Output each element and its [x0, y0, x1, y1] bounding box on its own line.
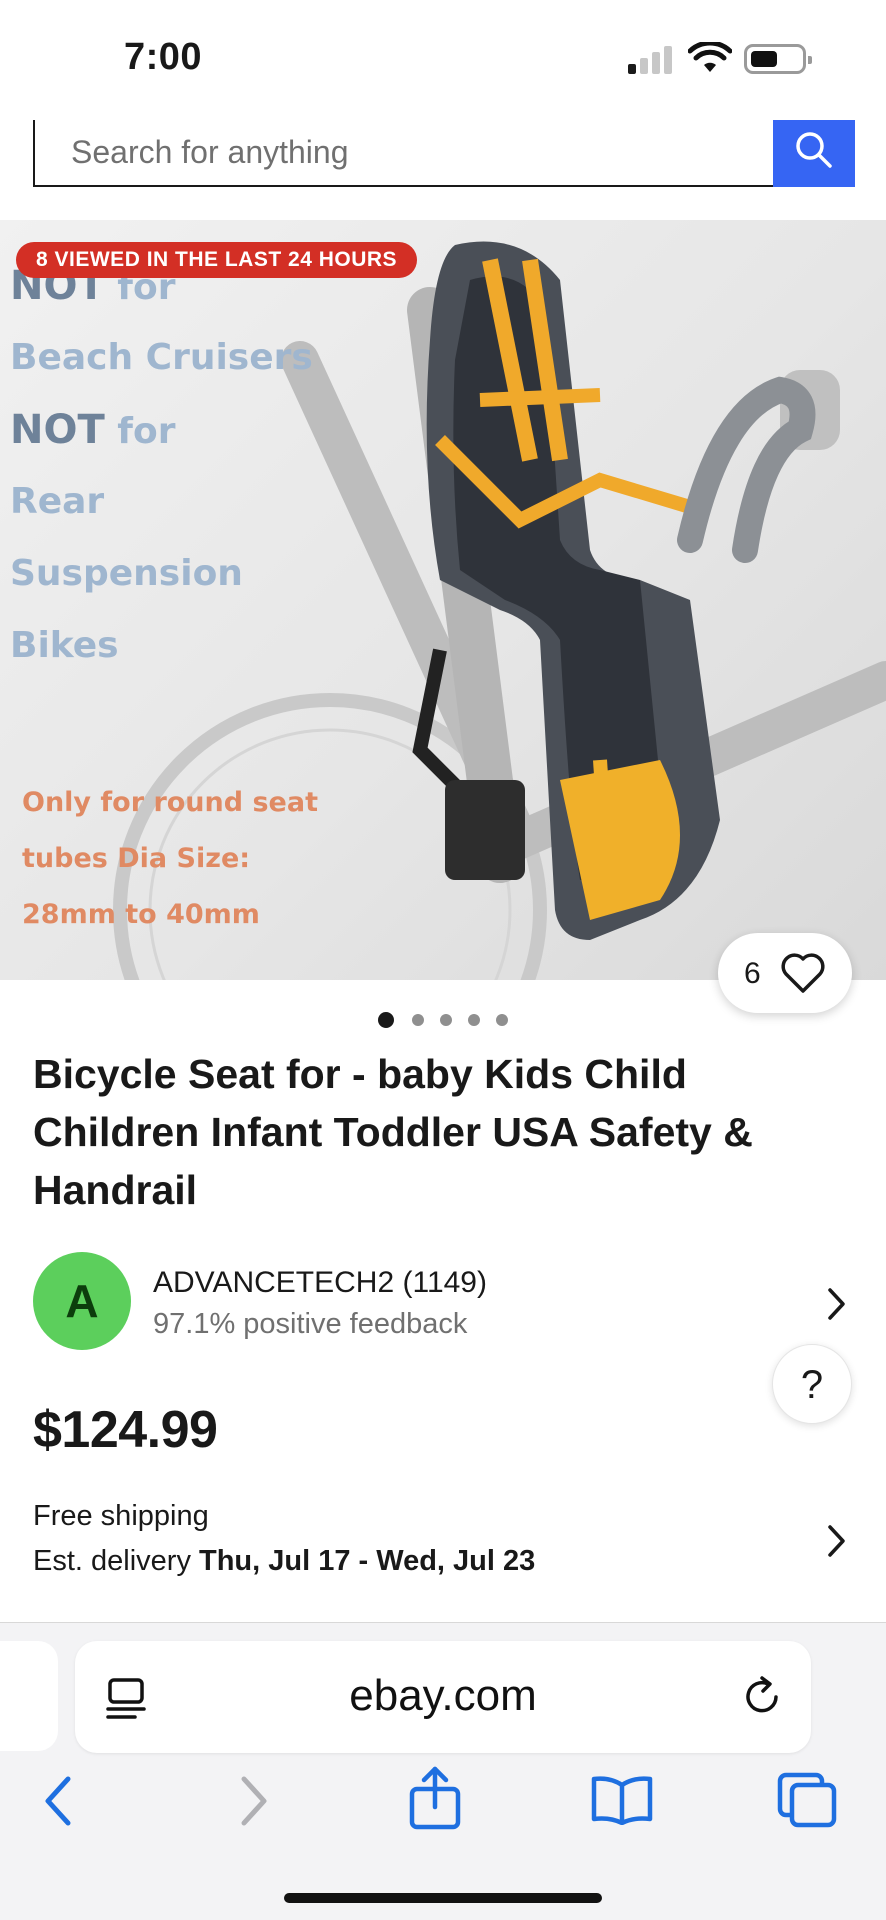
- battery-icon: [744, 44, 812, 74]
- pagination-dot[interactable]: [496, 1014, 508, 1026]
- status-bar: 7:00: [0, 0, 886, 110]
- note-line: 28mm to 40mm: [22, 899, 260, 930]
- back-icon[interactable]: [40, 1773, 80, 1829]
- share-icon[interactable]: [408, 1765, 462, 1831]
- watch-count: 6: [744, 957, 761, 990]
- seller-row[interactable]: A ADVANCETECH2 (1149) 97.1% positive fee…: [33, 1252, 853, 1352]
- image-pagination: [378, 1010, 518, 1030]
- delivery-dates: Thu, Jul 17 - Wed, Jul 23: [199, 1545, 536, 1577]
- search-icon: [796, 132, 832, 168]
- reload-icon[interactable]: [740, 1675, 784, 1719]
- search-input[interactable]: [71, 126, 751, 178]
- cellular-signal-icon: [628, 46, 674, 74]
- chevron-right-icon: [828, 1525, 845, 1557]
- tabs-icon[interactable]: [776, 1771, 838, 1829]
- overlay-line: Suspension: [10, 553, 243, 594]
- pagination-dot[interactable]: [468, 1014, 480, 1026]
- previous-tab-preview[interactable]: [0, 1641, 58, 1751]
- forward-icon[interactable]: [232, 1773, 272, 1829]
- wifi-icon: [688, 42, 732, 72]
- shipping-cost: Free shipping: [33, 1500, 209, 1532]
- overlay-line: Bikes: [10, 625, 119, 666]
- chevron-right-icon: [828, 1288, 845, 1320]
- pagination-dot-active[interactable]: [378, 1012, 394, 1028]
- search-button[interactable]: [773, 120, 855, 187]
- viewed-badge: 8 VIEWED IN THE LAST 24 HOURS: [16, 242, 418, 278]
- url-text: ebay.com: [349, 1671, 537, 1720]
- watchlist-button[interactable]: 6: [718, 933, 852, 1013]
- overlay-line: Beach Cruisers: [10, 337, 313, 378]
- note-line: Only for round seat: [22, 787, 318, 818]
- overlay-line: Rear: [10, 481, 105, 522]
- help-button[interactable]: ?: [772, 1344, 852, 1424]
- seller-avatar: A: [33, 1252, 131, 1350]
- seller-name: ADVANCETECH2 (1149): [153, 1266, 487, 1299]
- home-indicator[interactable]: [284, 1893, 602, 1903]
- image-overlay-text: NOT for Beach Cruisers NOT for Rear Susp…: [10, 250, 313, 682]
- heart-icon: [781, 953, 825, 993]
- bookmarks-icon[interactable]: [590, 1775, 654, 1825]
- overlay-line: for: [104, 411, 176, 452]
- delivery-estimate: Est. delivery Thu, Jul 17 - Wed, Jul 23: [33, 1545, 535, 1578]
- browser-toolbar: ebay.com: [0, 1622, 886, 1920]
- product-title: Bicycle Seat for - baby Kids Child Child…: [33, 1051, 753, 1213]
- delivery-prefix: Est. delivery: [33, 1545, 199, 1577]
- address-bar[interactable]: ebay.com: [75, 1641, 811, 1753]
- status-time: 7:00: [124, 36, 203, 78]
- price: $124.99: [33, 1401, 218, 1459]
- image-size-note: Only for round seat tubes Dia Size: 28mm…: [22, 775, 318, 943]
- product-image[interactable]: NOT for Beach Cruisers NOT for Rear Susp…: [0, 220, 886, 980]
- seller-feedback: 97.1% positive feedback: [153, 1308, 468, 1340]
- pagination-dot[interactable]: [412, 1014, 424, 1026]
- search-bar: [33, 120, 775, 187]
- note-line: tubes Dia Size:: [22, 843, 251, 874]
- overlay-line-strong: NOT: [10, 407, 105, 453]
- pagination-dot[interactable]: [440, 1014, 452, 1026]
